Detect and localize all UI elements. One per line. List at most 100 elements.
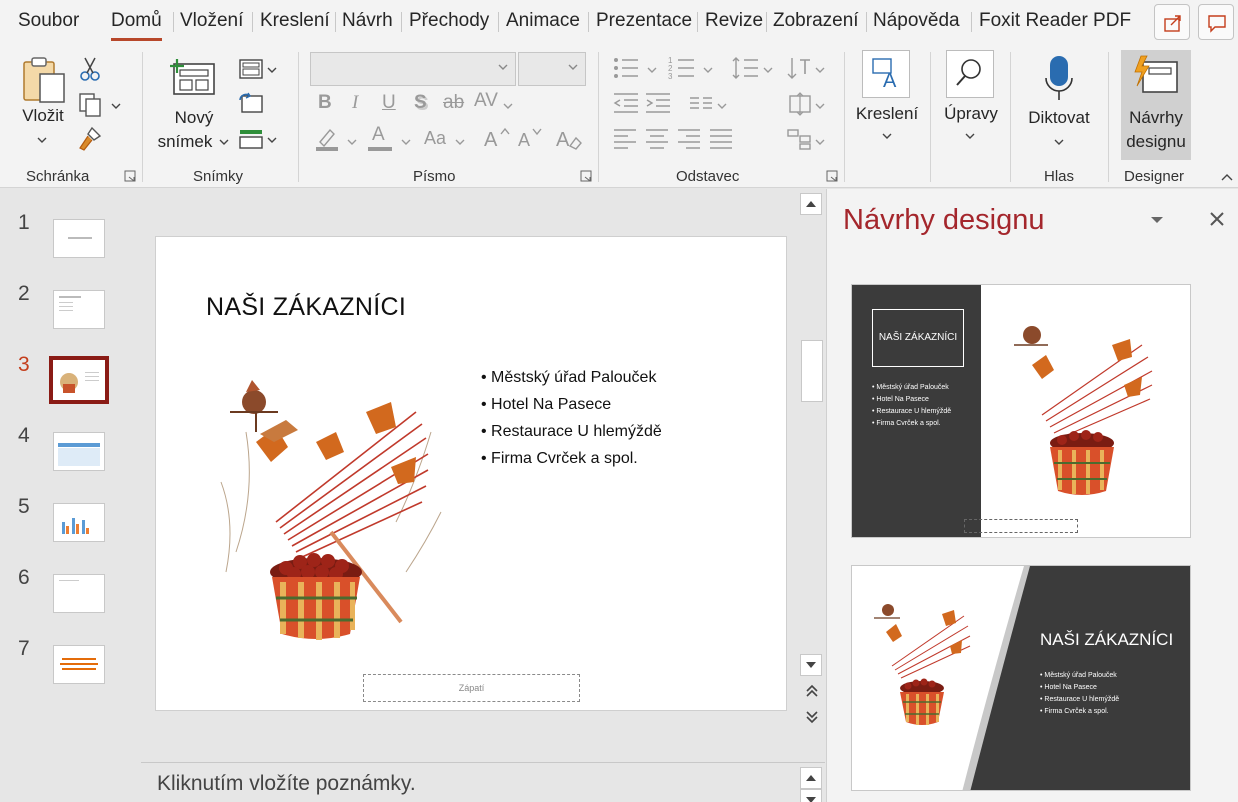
numbering-icon[interactable]: 123 <box>668 56 696 80</box>
chevron-down-icon[interactable] <box>716 102 728 110</box>
slide-bullet-list[interactable]: Městský úřad Palouček Hotel Na Pasece Re… <box>481 364 662 472</box>
scroll-thumb[interactable] <box>801 340 823 402</box>
align-center-icon[interactable] <box>644 128 670 150</box>
pane-options-icon[interactable] <box>1149 215 1165 225</box>
tab-home[interactable]: Domů <box>111 10 162 41</box>
copy-icon[interactable] <box>78 92 104 118</box>
tab-draw[interactable]: Kreslení <box>260 10 330 32</box>
decrease-font-icon[interactable]: A <box>518 126 546 150</box>
chevron-down-icon[interactable] <box>266 66 278 74</box>
font-color-button[interactable]: A <box>372 124 385 146</box>
strikethrough-button[interactable]: ab <box>443 92 464 114</box>
format-painter-icon[interactable] <box>78 126 104 152</box>
italic-button[interactable]: I <box>352 92 358 114</box>
change-case-button[interactable]: Aa <box>424 128 446 149</box>
font-name-combo[interactable] <box>310 52 516 86</box>
notes-pane[interactable]: Kliknutím vložíte poznámky. <box>141 762 825 802</box>
design-option-2[interactable]: NAŠI ZÁKAZNÍCI Městský úřad Palouček Hot… <box>851 565 1191 791</box>
chevron-down-icon[interactable] <box>266 136 278 144</box>
tab-view[interactable]: Zobrazení <box>773 10 859 32</box>
align-right-icon[interactable] <box>676 128 702 150</box>
notes-scroll-up-button[interactable] <box>800 767 822 789</box>
bullets-icon[interactable] <box>612 56 640 80</box>
underline-button[interactable]: U <box>382 92 396 114</box>
notes-scroll-down-button[interactable] <box>800 789 822 802</box>
slide-title[interactable]: NAŠI ZÁKAZNÍCI <box>206 293 406 322</box>
scissors-icon[interactable] <box>78 56 102 82</box>
slide-thumbnail-7[interactable] <box>53 645 105 684</box>
chevron-down-icon[interactable] <box>1053 138 1065 146</box>
chevron-down-icon[interactable] <box>702 66 714 74</box>
harvest-image[interactable] <box>216 372 446 657</box>
tab-slideshow[interactable]: Prezentace <box>596 10 692 32</box>
tab-file[interactable]: Soubor <box>18 10 79 32</box>
editing-button[interactable] <box>946 50 994 98</box>
new-slide-button[interactable] <box>168 58 218 103</box>
close-icon[interactable] <box>1209 211 1225 227</box>
design-option-1[interactable]: NAŠI ZÁKAZNÍCI Městský úřad Palouček Hot… <box>851 284 1191 538</box>
footer-placeholder[interactable]: Zápatí <box>363 674 580 702</box>
previous-slide-icon[interactable] <box>804 683 820 699</box>
tab-help[interactable]: Nápověda <box>873 10 960 32</box>
bold-button[interactable]: B <box>318 92 332 114</box>
chevron-down-icon[interactable] <box>814 66 826 74</box>
chevron-down-icon[interactable] <box>218 138 230 146</box>
slide-thumbnail-5[interactable] <box>53 503 105 542</box>
tab-animations[interactable]: Animace <box>506 10 580 32</box>
highlight-icon[interactable] <box>314 126 340 152</box>
chevron-down-icon[interactable] <box>502 102 514 110</box>
chevron-down-icon[interactable] <box>881 132 893 140</box>
dialog-launcher-icon[interactable] <box>124 170 136 182</box>
clear-formatting-icon[interactable]: A <box>556 126 584 152</box>
slide-thumbnail-4[interactable] <box>53 432 105 471</box>
shadow-button[interactable]: S <box>414 92 427 114</box>
increase-font-icon[interactable]: A <box>484 126 512 150</box>
dialog-launcher-icon[interactable] <box>580 170 592 182</box>
slide-thumbnail-3[interactable] <box>49 356 109 404</box>
share-button[interactable] <box>1154 4 1190 40</box>
chevron-down-icon[interactable] <box>110 102 122 110</box>
align-text-icon[interactable] <box>786 92 814 116</box>
tab-foxit[interactable]: Foxit Reader PDF <box>979 10 1131 32</box>
notes-placeholder[interactable]: Kliknutím vložíte poznámky. <box>157 772 416 796</box>
decrease-indent-icon[interactable] <box>612 92 640 114</box>
text-direction-icon[interactable] <box>786 56 814 82</box>
current-slide[interactable]: NAŠI ZÁKAZNÍCI Městský úřad Palouček <box>155 236 787 711</box>
microphone-icon[interactable] <box>1044 54 1074 102</box>
chevron-down-icon[interactable] <box>646 66 658 74</box>
slide-thumbnail-2[interactable] <box>53 290 105 329</box>
font-size-combo[interactable] <box>518 52 586 86</box>
tab-transitions[interactable]: Přechody <box>409 10 489 32</box>
line-spacing-icon[interactable] <box>732 56 760 80</box>
increase-indent-icon[interactable] <box>644 92 672 114</box>
chevron-down-icon[interactable] <box>346 138 358 146</box>
vertical-scrollbar[interactable] <box>799 189 825 761</box>
chevron-down-icon[interactable] <box>454 138 466 146</box>
tab-design[interactable]: Návrh <box>342 10 393 32</box>
justify-icon[interactable] <box>708 128 734 150</box>
layout-icon[interactable] <box>238 58 264 80</box>
columns-icon[interactable] <box>688 96 714 112</box>
drawing-button[interactable]: A <box>862 50 910 98</box>
slide-thumbnail-1[interactable] <box>53 219 105 258</box>
character-spacing-button[interactable]: AV <box>474 90 498 112</box>
dialog-launcher-icon[interactable] <box>826 170 838 182</box>
chevron-down-icon[interactable] <box>814 138 826 146</box>
scroll-up-button[interactable] <box>800 193 822 215</box>
chevron-down-icon[interactable] <box>964 132 976 140</box>
section-icon[interactable] <box>238 128 264 150</box>
slide-thumbnail-6[interactable] <box>53 574 105 613</box>
align-left-icon[interactable] <box>612 128 638 150</box>
reset-icon[interactable] <box>238 92 264 114</box>
collapse-ribbon-icon[interactable] <box>1220 172 1234 182</box>
chevron-down-icon[interactable] <box>36 136 48 144</box>
tab-review[interactable]: Revize <box>705 10 763 32</box>
tab-insert[interactable]: Vložení <box>180 10 243 32</box>
chevron-down-icon[interactable] <box>762 66 774 74</box>
next-slide-icon[interactable] <box>804 709 820 725</box>
comments-button[interactable] <box>1198 4 1234 40</box>
smartart-icon[interactable] <box>786 128 814 150</box>
scroll-down-button[interactable] <box>800 654 822 676</box>
chevron-down-icon[interactable] <box>400 138 412 146</box>
chevron-down-icon[interactable] <box>814 102 826 110</box>
